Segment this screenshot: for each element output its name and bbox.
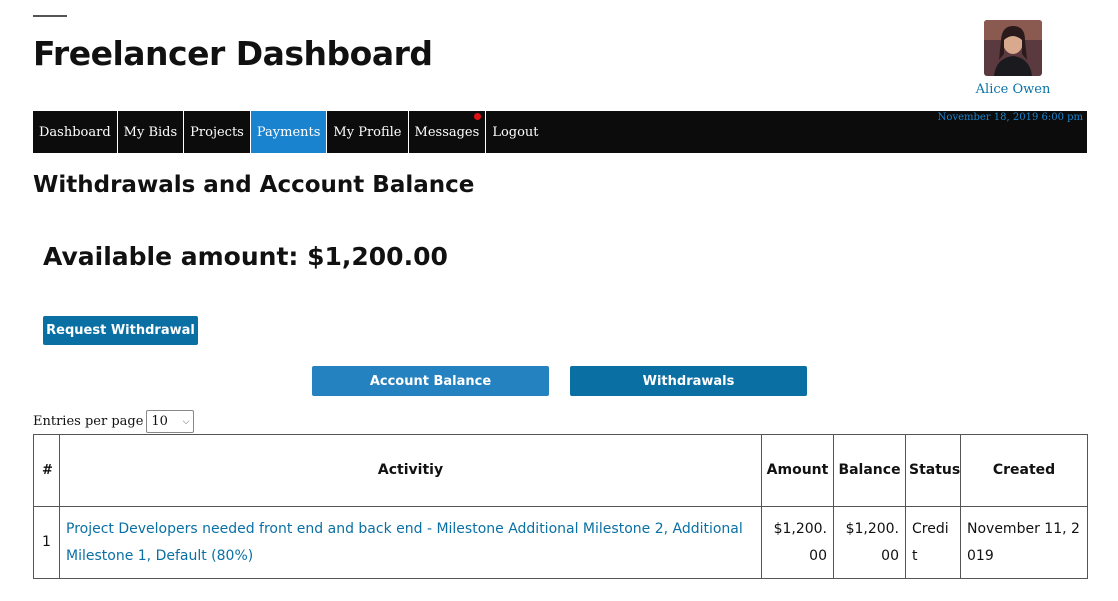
site-title: Freelancer Dashboard	[33, 34, 433, 73]
user-profile[interactable]: Alice Owen	[968, 20, 1058, 97]
request-withdrawal-button[interactable]: Request Withdrawal	[43, 316, 198, 345]
cell-amount: $1,200.00	[761, 506, 834, 579]
transactions-table: # Activitiy Amount Balance Status Create…	[33, 434, 1088, 579]
top-divider	[33, 15, 67, 17]
column-header-amount[interactable]: Amount	[761, 434, 834, 507]
nav-messages-label: Messages	[414, 124, 480, 140]
user-name-link[interactable]: Alice Owen	[968, 82, 1058, 97]
entries-label: Entries per page	[33, 414, 144, 429]
cell-number: 1	[33, 506, 60, 579]
nav-datetime: November 18, 2019 6:00 pm	[937, 112, 1083, 123]
tab-withdrawals[interactable]: Withdrawals	[570, 366, 807, 396]
nav-logout[interactable]: Logout	[486, 111, 544, 153]
table-row: 1 Project Developers needed front end an…	[33, 506, 1088, 579]
available-amount: Available amount: $1,200.00	[43, 242, 448, 271]
column-header-number[interactable]: #	[33, 434, 60, 507]
nav-dashboard[interactable]: Dashboard	[33, 111, 118, 153]
column-header-status[interactable]: Status	[905, 434, 961, 507]
nav-my-bids[interactable]: My Bids	[118, 111, 185, 153]
column-header-created[interactable]: Created	[960, 434, 1088, 507]
cell-created: November 11, 2019	[960, 506, 1088, 579]
chevron-down-icon: ⌵	[182, 416, 190, 427]
entries-select[interactable]: 10 ⌵	[146, 410, 195, 433]
cell-balance: $1,200.00	[833, 506, 906, 579]
entries-value: 10	[151, 414, 168, 429]
nav-projects[interactable]: Projects	[184, 111, 251, 153]
nav-payments[interactable]: Payments	[250, 111, 328, 153]
main-navbar: Dashboard My Bids Projects Payments My P…	[33, 111, 1087, 153]
tab-account-balance[interactable]: Account Balance	[312, 366, 549, 396]
cell-activity: Project Developers needed front end and …	[59, 506, 762, 579]
column-header-activity[interactable]: Activitiy	[59, 434, 762, 507]
page-heading: Withdrawals and Account Balance	[33, 172, 475, 198]
nav-my-profile[interactable]: My Profile	[327, 111, 409, 153]
column-header-balance[interactable]: Balance	[833, 434, 906, 507]
activity-link[interactable]: Project Developers needed front end and …	[66, 521, 743, 564]
notification-dot-icon	[474, 113, 482, 120]
entries-per-page: Entries per page 10 ⌵	[33, 410, 195, 433]
cell-status: Credit	[905, 506, 961, 579]
user-avatar-icon[interactable]	[984, 20, 1042, 76]
nav-messages[interactable]: Messages	[409, 111, 487, 153]
table-header-row: # Activitiy Amount Balance Status Create…	[33, 434, 1088, 507]
